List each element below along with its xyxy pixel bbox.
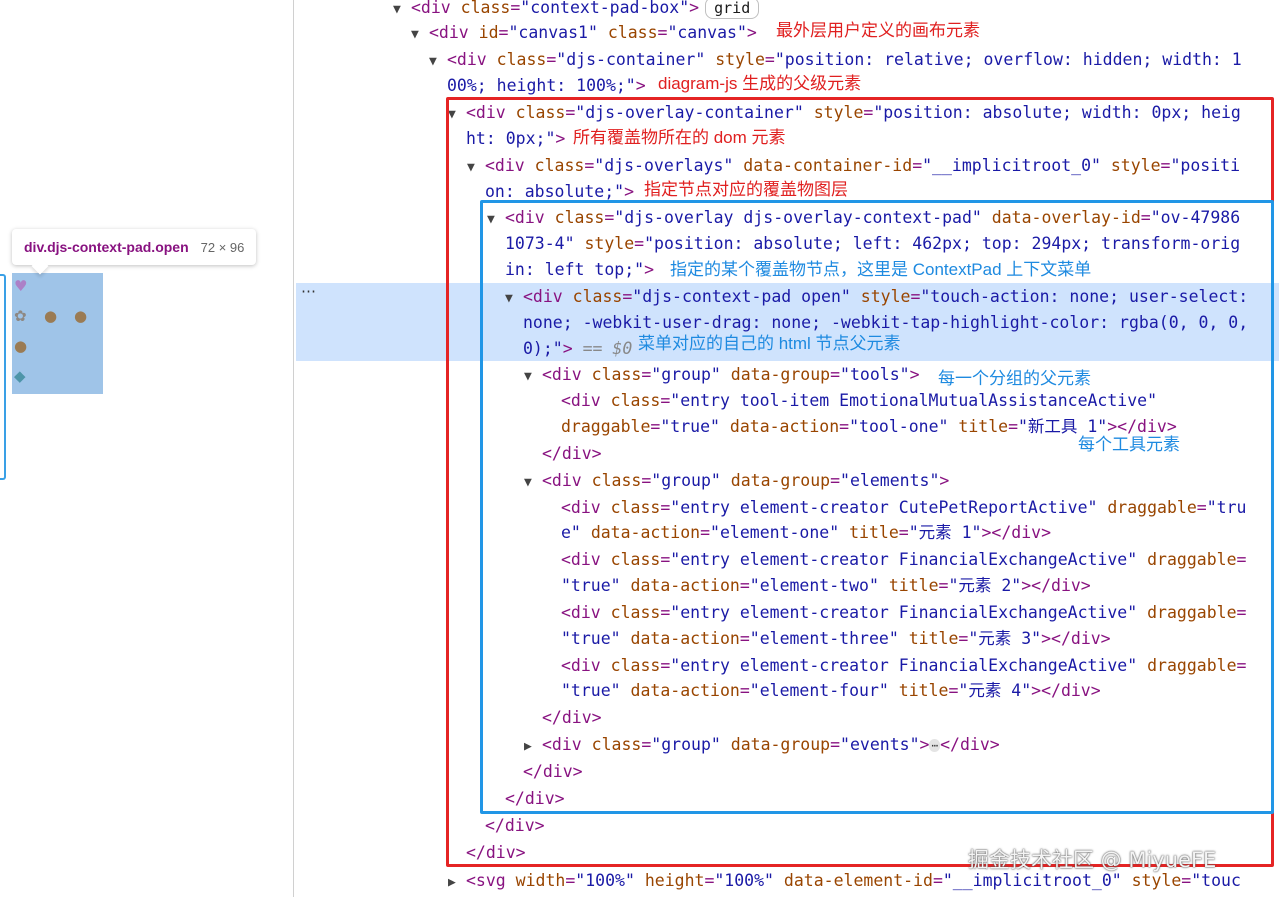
attr-name: id (478, 23, 499, 42)
annotation-group: 每一个分组的父元素 (938, 369, 1091, 388)
attr-value: "canvas" (667, 23, 747, 42)
attr-value: 00%; height: 100%;" (447, 76, 636, 95)
context-pad-outline (480, 200, 1274, 814)
annotation-overlay: 指定的某个覆盖物节点，这里是 ContextPad 上下文菜单 (670, 260, 1092, 279)
attr-name: class (460, 0, 511, 17)
tag-text: = (565, 871, 576, 890)
collapse-arrow-icon[interactable]: ▼ (393, 0, 411, 23)
tag-text (635, 871, 645, 890)
expand-arrow-icon[interactable]: ▶ (448, 870, 466, 896)
tag-text: = (510, 0, 521, 17)
dom-tree-line[interactable]: ▼ <div class="djs-container" style="posit… (429, 47, 1242, 75)
row-menu-icon[interactable]: ⋯ (301, 282, 317, 300)
tag-text: > (635, 76, 646, 95)
element-tooltip: div.djs-context-pad.open 72 × 96 (12, 229, 257, 265)
attr-name: width (515, 871, 566, 890)
tag-text: <div (429, 23, 479, 42)
attr-value: "position: relative; overflow: hidden; w… (774, 50, 1242, 69)
paw-icon[interactable]: ✿ (14, 307, 27, 325)
attr-name: class (496, 50, 547, 69)
tag-text (598, 23, 608, 42)
attr-name: height (644, 871, 705, 890)
tag-text: <div (411, 0, 461, 17)
tag-text: = (764, 50, 775, 69)
attr-name: style (715, 50, 765, 69)
dom-tree-line[interactable]: 00%; height: 100%;"> (429, 73, 646, 99)
selection-outline (0, 274, 6, 480)
attr-value: "100%" (575, 871, 635, 890)
annotation-context-pad: 菜单对应的自己的 html 节点父元素 (638, 334, 901, 353)
tag-text: = (704, 871, 715, 890)
heart-icon[interactable]: ♥ (14, 277, 27, 295)
annotation-container: diagram-js 生成的父级元素 (658, 74, 862, 93)
page-preview-pane: ♥ ✿ ● ● ● ◆ div.djs-context-pad.open 72 … (0, 0, 294, 897)
bird-icon[interactable]: ◆ (14, 367, 26, 385)
tag-text: = (932, 871, 943, 890)
attr-name: data-element-id (783, 871, 933, 890)
tag-text: <svg (466, 871, 516, 890)
tag-text: = (498, 23, 509, 42)
tooltip-selector: div.djs-context-pad.open (24, 239, 189, 255)
tooltip-size: 72 × 96 (200, 239, 245, 255)
attr-value: "100%" (714, 871, 774, 890)
money-bag-icon[interactable]: ● (74, 307, 87, 325)
tag-text (705, 50, 715, 69)
tag-text: = (546, 50, 557, 69)
money-bag-icon[interactable]: ● (14, 337, 27, 355)
tag-text: = (657, 23, 668, 42)
annotation-overlays: 指定节点对应的覆盖物图层 (644, 180, 848, 199)
attr-value: "canvas1" (508, 23, 598, 42)
attr-name: class (607, 23, 658, 42)
tag-text: <div (447, 50, 497, 69)
annotation-canvas: 最外层用户定义的画布元素 (776, 21, 980, 40)
tag-text (774, 871, 784, 890)
context-pad-highlight: ♥ ✿ ● ● ● ◆ (12, 273, 103, 394)
tag-text: > (689, 0, 700, 17)
annotation-overlay-container: 所有覆盖物所在的 dom 元素 (573, 128, 786, 147)
attr-value: "context-pad-box" (520, 0, 690, 17)
dom-tree-line[interactable]: ▼ <div id="canvas1" class="canvas"> (411, 20, 757, 48)
watermark: 掘金技术社区 @ MiyueFE (968, 848, 1217, 872)
attr-value: "djs-container" (556, 50, 706, 69)
money-bag-icon[interactable]: ● (44, 307, 57, 325)
grid-badge[interactable]: grid (705, 0, 760, 19)
annotation-tool: 每个工具元素 (1078, 435, 1180, 454)
collapse-arrow-icon[interactable]: ▼ (429, 49, 447, 75)
tag-text: > (746, 23, 757, 42)
collapse-arrow-icon[interactable]: ▼ (411, 22, 429, 48)
